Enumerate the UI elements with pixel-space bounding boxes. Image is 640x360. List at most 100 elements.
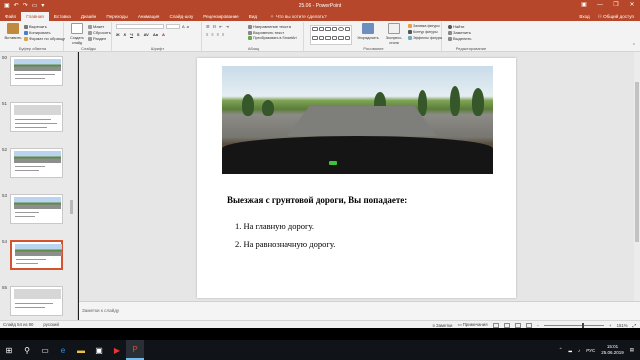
input-language[interactable]: РУС xyxy=(586,348,595,353)
slide-thumbnail[interactable] xyxy=(10,148,63,178)
tell-me-box[interactable]: ✧ Что вы хотите сделать? xyxy=(270,12,327,21)
spacing-icon[interactable]: AV xyxy=(144,32,149,37)
close-button[interactable]: ✕ xyxy=(624,0,640,11)
shape-oval[interactable] xyxy=(338,27,344,31)
shrink-font-icon[interactable]: a xyxy=(187,24,189,29)
shape-triangle[interactable] xyxy=(344,27,350,31)
strikethrough-icon[interactable]: S xyxy=(137,32,140,37)
align-text-button[interactable]: Выровнять текст xyxy=(248,30,284,35)
copy-button[interactable]: Копировать xyxy=(24,30,51,35)
replace-button[interactable]: Заменить xyxy=(448,30,471,35)
shape-more[interactable] xyxy=(344,35,350,40)
font-size-select[interactable] xyxy=(166,24,180,29)
paste-button[interactable]: Вставить xyxy=(4,23,22,40)
thumbnail-scrollbar[interactable] xyxy=(70,200,73,214)
customize-qat-icon[interactable]: ▾ xyxy=(41,3,44,9)
align-center-icon[interactable]: ≡ xyxy=(211,32,213,37)
shape-fill-button[interactable]: Заливка фигуры xyxy=(408,24,440,28)
shape-arrow[interactable] xyxy=(325,27,331,31)
signin-link[interactable]: Вход xyxy=(579,12,589,21)
shape-effects-button[interactable]: Эффекты фигуры xyxy=(408,36,442,40)
shape-line[interactable] xyxy=(318,27,324,31)
font-family-select[interactable] xyxy=(116,24,164,29)
maximize-button[interactable]: ❐ xyxy=(608,0,624,11)
underline-icon[interactable]: Ч xyxy=(130,32,133,37)
zoom-in-icon[interactable]: + xyxy=(609,323,612,328)
indent-increase-icon[interactable]: ⇥ xyxy=(226,24,229,29)
shape-brace[interactable] xyxy=(318,35,324,40)
answer-option[interactable]: 2. На равнозначную дорогу. xyxy=(235,239,335,249)
fit-slide-icon[interactable]: ⤢ xyxy=(633,323,636,328)
format-painter-button[interactable]: Формат по образцу xyxy=(24,36,65,41)
case-icon[interactable]: Aa xyxy=(153,32,158,37)
tab-transitions[interactable]: Переходы xyxy=(101,12,133,21)
shape-callout[interactable] xyxy=(325,35,331,40)
tab-home[interactable]: Главная xyxy=(21,12,49,21)
font-color-icon[interactable]: A xyxy=(162,32,165,37)
italic-icon[interactable]: К xyxy=(124,32,126,37)
file-explorer-icon[interactable]: ▬ xyxy=(72,340,90,360)
clock[interactable]: 15:01 25.06.2019 xyxy=(601,344,624,356)
normal-view-button[interactable] xyxy=(492,322,499,328)
quick-styles-button[interactable]: Экспресс-стили xyxy=(382,23,406,45)
slide-thumbnail-selected[interactable] xyxy=(10,240,63,270)
select-button[interactable]: Выделить xyxy=(448,36,471,41)
tab-file[interactable]: Файл xyxy=(0,12,21,21)
text-direction-button[interactable]: Направление текста xyxy=(248,24,291,29)
store-icon[interactable]: ▣ xyxy=(90,340,108,360)
tray-chevron-icon[interactable]: ⌃ xyxy=(559,347,563,353)
cut-button[interactable]: Вырезать xyxy=(24,24,47,29)
editor-scrollbar[interactable] xyxy=(634,52,640,301)
slide-canvas[interactable]: Выезжая с грунтовой дороги, Вы попадаете… xyxy=(197,58,516,298)
share-button[interactable]: ⚇ Общий доступ xyxy=(598,12,634,21)
reading-view-button[interactable] xyxy=(514,322,521,328)
media-icon[interactable]: ▶ xyxy=(108,340,126,360)
zoom-slider-thumb[interactable] xyxy=(582,322,585,328)
road-photo[interactable] xyxy=(222,66,493,174)
sorter-view-button[interactable] xyxy=(503,322,510,328)
slide-thumbnail[interactable] xyxy=(10,286,63,316)
grow-font-icon[interactable]: A xyxy=(182,24,185,29)
language-indicator[interactable]: русский xyxy=(43,322,58,327)
zoom-level[interactable]: 151% xyxy=(617,323,628,328)
numbering-icon[interactable]: ☷ xyxy=(213,24,217,29)
shape-hex[interactable] xyxy=(338,35,344,40)
scrollbar-thumb[interactable] xyxy=(635,82,639,242)
tab-slideshow[interactable]: Слайд-шоу xyxy=(164,12,198,21)
notes-pane[interactable]: Заметки к слайду xyxy=(79,301,640,320)
zoom-slider[interactable] xyxy=(544,322,605,328)
justify-icon[interactable]: ≡ xyxy=(222,32,224,37)
start-button[interactable]: ⊞ xyxy=(0,340,18,360)
shape-pentagon[interactable] xyxy=(331,35,337,40)
tab-view[interactable]: Вид xyxy=(244,12,262,21)
shape-star[interactable] xyxy=(312,35,318,40)
powerpoint-taskbar-icon[interactable]: P xyxy=(126,340,144,360)
slide-thumbnail[interactable] xyxy=(10,102,63,132)
undo-icon[interactable]: ↶ xyxy=(14,3,19,9)
tab-design[interactable]: Дизайн xyxy=(76,12,101,21)
bullets-icon[interactable]: ☰ xyxy=(206,24,210,29)
shape-rect[interactable] xyxy=(331,27,337,31)
slide-thumbnail[interactable] xyxy=(10,194,63,224)
volume-icon[interactable]: ♪ xyxy=(578,348,580,353)
section-button[interactable]: Раздел xyxy=(88,36,106,41)
align-right-icon[interactable]: ≡ xyxy=(217,32,219,37)
indent-decrease-icon[interactable]: ⇤ xyxy=(219,24,222,29)
slide-thumbnail[interactable] xyxy=(10,56,63,86)
align-left-icon[interactable]: ≡ xyxy=(206,32,208,37)
shape-textbox[interactable] xyxy=(312,27,318,31)
task-view-icon[interactable]: ▭ xyxy=(36,340,54,360)
reset-button[interactable]: Сбросить xyxy=(88,30,111,35)
tab-animations[interactable]: Анимация xyxy=(133,12,165,21)
collapse-ribbon-icon[interactable]: ⌃ xyxy=(632,43,636,49)
slideshow-view-button[interactable] xyxy=(525,322,532,328)
new-slide-button[interactable]: Создать слайд xyxy=(68,23,86,45)
redo-icon[interactable]: ↷ xyxy=(23,3,28,9)
question-text[interactable]: Выезжая с грунтовой дороги, Вы попадаете… xyxy=(227,195,407,205)
bold-icon[interactable]: Ж xyxy=(116,32,120,37)
zoom-out-icon[interactable]: − xyxy=(537,323,540,328)
answer-option[interactable]: 1. На главную дорогу. xyxy=(235,221,314,231)
find-button[interactable]: Найти xyxy=(448,24,464,29)
smartart-button[interactable]: Преобразовать в SmartArt xyxy=(248,36,297,40)
save-icon[interactable]: ▣ xyxy=(4,3,10,9)
